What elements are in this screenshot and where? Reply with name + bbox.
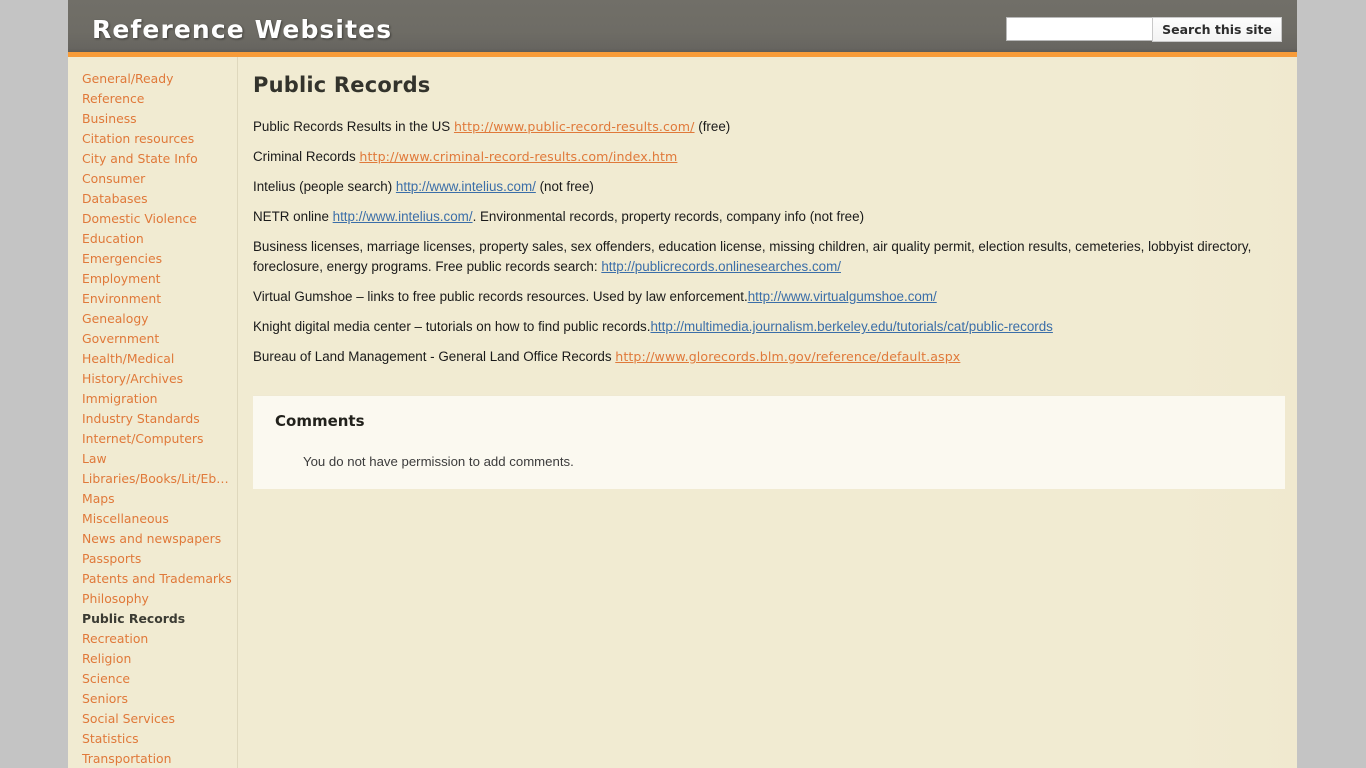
sidebar-item-domestic-violence[interactable]: Domestic Violence	[82, 209, 237, 229]
sidebar-item-government[interactable]: Government	[82, 329, 237, 349]
sidebar-item-law[interactable]: Law	[82, 449, 237, 469]
paragraph-text: Criminal Records	[253, 149, 360, 164]
sidebar-item-databases[interactable]: Databases	[82, 189, 237, 209]
p-knight-digital: Knight digital media center – tutorials …	[253, 317, 1273, 337]
external-link[interactable]: http://www.criminal-record-results.com/i…	[359, 149, 677, 164]
sidebar-item-education[interactable]: Education	[82, 229, 237, 249]
sidebar-item-internet-computers[interactable]: Internet/Computers	[82, 429, 237, 449]
sidebar-item-immigration[interactable]: Immigration	[82, 389, 237, 409]
sidebar-item-general-ready-reference[interactable]: General/Ready Reference	[82, 69, 237, 109]
sidebar-item-business[interactable]: Business	[82, 109, 237, 129]
sidebar-item-libraries-books-lit-eb[interactable]: Libraries/Books/Lit/Eb…	[82, 469, 237, 489]
paragraph-text: (not free)	[535, 179, 594, 194]
sidebar-item-genealogy[interactable]: Genealogy	[82, 309, 237, 329]
sidebar-item-recreation[interactable]: Recreation	[82, 629, 237, 649]
comments-section: Comments You do not have permission to a…	[253, 395, 1285, 489]
sidebar-item-religion[interactable]: Religion	[82, 649, 237, 669]
sidebar-item-citation-resources[interactable]: Citation resources	[82, 129, 237, 149]
sidebar-item-news-and-newspapers[interactable]: News and newspapers	[82, 529, 237, 549]
sidebar-item-transportation[interactable]: Transportation	[82, 749, 237, 768]
sidebar-item-consumer[interactable]: Consumer	[82, 169, 237, 189]
sidebar-item-science[interactable]: Science	[82, 669, 237, 689]
body-wrapper: General/Ready Reference Business Citation …	[68, 57, 1297, 768]
sidebar-item-maps[interactable]: Maps	[82, 489, 237, 509]
sidebar-item-employment[interactable]: Employment	[82, 269, 237, 289]
sidebar-item-health-medical[interactable]: Health/Medical	[82, 349, 237, 369]
external-link[interactable]: http://www.virtualgumshoe.com/	[748, 289, 937, 304]
p-netr-online: NETR online http://www.intelius.com/. En…	[253, 207, 1273, 227]
sidebar-item-philosophy[interactable]: Philosophy	[82, 589, 237, 609]
sidebar-item-statistics[interactable]: Statistics	[82, 729, 237, 749]
sidebar-item-seniors[interactable]: Seniors	[82, 689, 237, 709]
paragraph-text: Bureau of Land Management - General Land…	[253, 349, 616, 364]
sidebar-item-public-records[interactable]: Public Records	[82, 609, 237, 629]
paragraph-text: Virtual Gumshoe – links to free public r…	[253, 289, 748, 304]
page-title: Public Records	[253, 73, 431, 97]
paragraph-text: Public Records Results in the US	[253, 119, 454, 134]
external-link[interactable]: http://publicrecords.onlinesearches.com/	[601, 259, 841, 274]
external-link[interactable]: http://www.glorecords.blm.gov/reference/…	[615, 349, 960, 364]
paragraph-text: Knight digital media center – tutorials …	[253, 319, 651, 334]
sidebar-item-social-services[interactable]: Social Services	[82, 709, 237, 729]
sidebar-item-passports[interactable]: Passports	[82, 549, 237, 569]
sidebar-item-industry-standards[interactable]: Industry Standards	[82, 409, 237, 429]
external-link[interactable]: http://www.intelius.com/	[333, 209, 473, 224]
external-link[interactable]: http://www.intelius.com/	[396, 179, 536, 194]
paragraph-text: (free)	[694, 119, 731, 134]
main-content: Public Records Public Records Results in…	[239, 57, 1297, 768]
paragraph-text: . Environmental records, property record…	[472, 209, 865, 224]
sidebar-item-city-and-state-info[interactable]: City and State Info	[82, 149, 237, 169]
sidebar-item-history-archives[interactable]: History/Archives	[82, 369, 237, 389]
p-criminal-records: Criminal Records http://www.criminal-rec…	[253, 147, 1273, 167]
p-business-licenses: Business licenses, marriage licenses, pr…	[253, 237, 1273, 277]
comments-permission-message: You do not have permission to add commen…	[303, 454, 574, 469]
p-virtual-gumshoe: Virtual Gumshoe – links to free public r…	[253, 287, 1273, 307]
sidebar-item-emergencies[interactable]: Emergencies	[82, 249, 237, 269]
p-blm-glo: Bureau of Land Management - General Land…	[253, 347, 1273, 367]
external-link[interactable]: http://www.public-record-results.com/	[454, 119, 695, 134]
paragraph-text: NETR online	[253, 209, 333, 224]
sidebar-item-patents-and-trademarks[interactable]: Patents and Trademarks	[82, 569, 237, 589]
site-header: Reference Websites Search this site	[68, 0, 1297, 57]
sidebar-item-miscellaneous[interactable]: Miscellaneous	[82, 509, 237, 529]
p-public-record-results: Public Records Results in the US http://…	[253, 117, 1273, 137]
search-this-site-button[interactable]: Search this site	[1152, 17, 1282, 42]
site-container: Reference Websites Search this site Gene…	[68, 0, 1297, 768]
paragraph-text: Intelius (people search)	[253, 179, 396, 194]
external-link[interactable]: http://multimedia.journalism.berkeley.ed…	[650, 319, 1052, 334]
p-intelius: Intelius (people search) http://www.inte…	[253, 177, 1273, 197]
site-title: Reference Websites	[92, 15, 393, 44]
sidebar-item-environment[interactable]: Environment	[82, 289, 237, 309]
content-paragraphs: Public Records Results in the US http://…	[253, 117, 1297, 367]
comments-heading: Comments	[275, 412, 365, 430]
sidebar-navigation: General/Ready Reference Business Citation …	[68, 57, 238, 768]
